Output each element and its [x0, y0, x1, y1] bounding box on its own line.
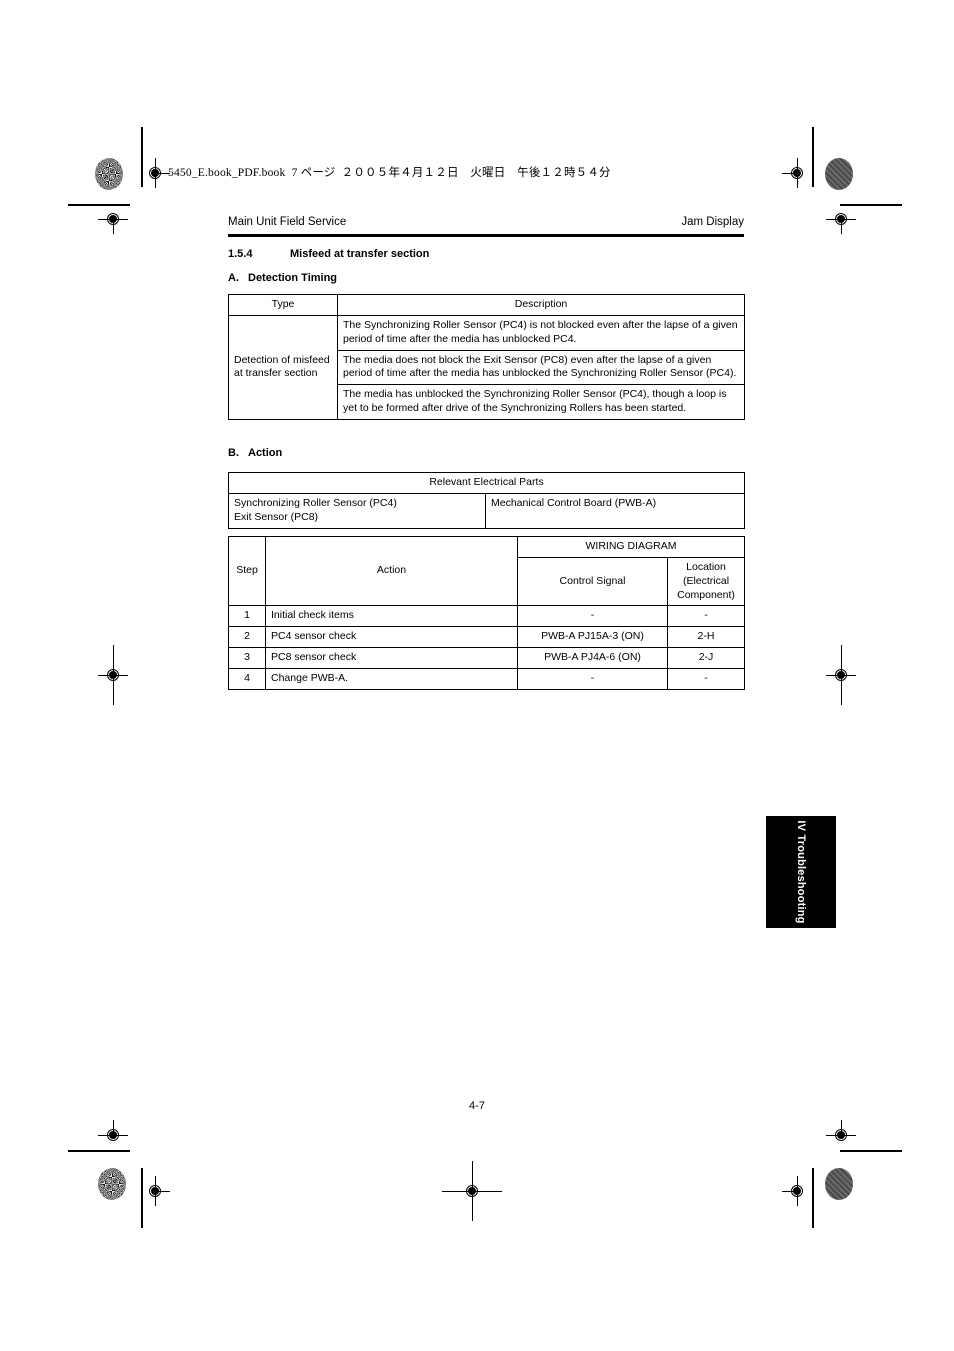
action-action-cell: Change PWB-A. [265, 668, 518, 690]
detection-col-type-header: Type [228, 294, 338, 316]
table-row: Detection of misfeed at transfer section… [228, 314, 745, 421]
action-control-signal-cell: - [517, 605, 668, 628]
parts-header: Relevant Electrical Parts [227, 472, 746, 494]
action-step-cell: 2 [228, 626, 266, 649]
parts-right-cell: Mechanical Control Board (PWB-A) [484, 492, 746, 529]
parts-left-cell: Synchronizing Roller Sensor (PC4) Exit S… [228, 492, 486, 529]
table-header-row: Relevant Electrical Parts [227, 472, 746, 494]
action-col-control-signal-header: Control Signal [517, 556, 668, 607]
action-location-cell: 2-H [667, 626, 745, 649]
page-folio: 4-7 [469, 1100, 485, 1112]
subsection-heading-b: B. Action [228, 447, 282, 459]
table-row: 4 Change PWB-A. - - [228, 668, 745, 690]
action-col-wiring-diagram-header: WIRING DIAGRAM [517, 536, 745, 558]
action-location-cell: - [667, 605, 745, 628]
running-header-rule [228, 234, 744, 237]
running-header: Main Unit Field Service Jam Display [228, 216, 744, 228]
action-step-cell: 4 [228, 668, 266, 690]
subsection-b-title: Action [248, 447, 283, 459]
chapter-thumb-tab-label: IV Troubleshooting [795, 820, 807, 924]
table-row: 1 Initial check items - - [228, 605, 745, 628]
running-header-left: Main Unit Field Service [228, 216, 347, 228]
section-title: Misfeed at transfer section [290, 248, 430, 260]
document-page: 5450_E.book_PDF.book 7 ページ ２００５年４月１２日 火曜… [0, 0, 954, 1351]
subsection-heading-a: A. Detection Timing [228, 272, 337, 284]
detection-type-cell: Detection of misfeed at transfer section [228, 314, 338, 421]
action-action-cell: PC8 sensor check [265, 647, 518, 670]
action-control-signal-cell: PWB-A PJ4A-6 (ON) [517, 647, 668, 670]
action-steps-table: Step Action WIRING DIAGRAM Control Signa… [228, 535, 745, 690]
action-step-cell: 3 [228, 647, 266, 670]
detection-col-description-header: Description [337, 294, 745, 316]
action-step-cell: 1 [228, 605, 266, 628]
action-action-cell: Initial check items [265, 605, 518, 628]
location-header-line-2: (Electrical [682, 574, 730, 587]
action-control-signal-cell: PWB-A PJ15A-3 (ON) [517, 626, 668, 649]
detection-timing-table: Type Description Detection of misfeed at… [228, 294, 745, 421]
location-header-line-1: Location [686, 560, 726, 573]
parts-left-line-1: Synchronizing Roller Sensor (PC4) [234, 496, 397, 509]
location-header-line-3: Component) [677, 588, 735, 601]
table-header-row: Step Action WIRING DIAGRAM [228, 535, 745, 607]
table-row: 3 PC8 sensor check PWB-A PJ4A-6 (ON) 2-J [228, 647, 745, 670]
action-col-action-header: Action [265, 535, 518, 607]
section-number: 1.5.4 [228, 248, 253, 260]
action-location-cell: 2-J [667, 647, 745, 670]
file-print-stamp: 5450_E.book_PDF.book 7 ページ ２００５年４月１２日 火曜… [168, 167, 611, 179]
detection-description-cell: The Synchronizing Roller Sensor (PC4) is… [337, 314, 745, 351]
action-col-location-header: Location (Electrical Component) [667, 556, 745, 607]
table-row: Synchronizing Roller Sensor (PC4) Exit S… [228, 492, 746, 529]
action-action-cell: PC4 sensor check [265, 626, 518, 649]
running-header-right: Jam Display [681, 216, 744, 228]
subsection-a-title: Detection Timing [248, 272, 338, 284]
action-col-step-header: Step [228, 535, 266, 607]
parts-left-line-2: Exit Sensor (PC8) [234, 510, 319, 523]
table-header-row: Type Description [228, 294, 745, 316]
action-control-signal-cell: - [517, 668, 668, 690]
section-heading: 1.5.4 Misfeed at transfer section [228, 248, 429, 260]
subsection-b-letter: B. [228, 447, 239, 459]
chapter-thumb-tab: IV Troubleshooting [766, 816, 836, 928]
detection-description-cell: The media does not block the Exit Sensor… [337, 349, 745, 386]
relevant-electrical-parts-table: Relevant Electrical Parts Synchronizing … [227, 472, 746, 529]
subsection-a-letter: A. [228, 272, 239, 284]
action-location-cell: - [667, 668, 745, 690]
detection-description-cell: The media has unblocked the Synchronizin… [337, 384, 745, 421]
table-row: 2 PC4 sensor check PWB-A PJ15A-3 (ON) 2-… [228, 626, 745, 649]
